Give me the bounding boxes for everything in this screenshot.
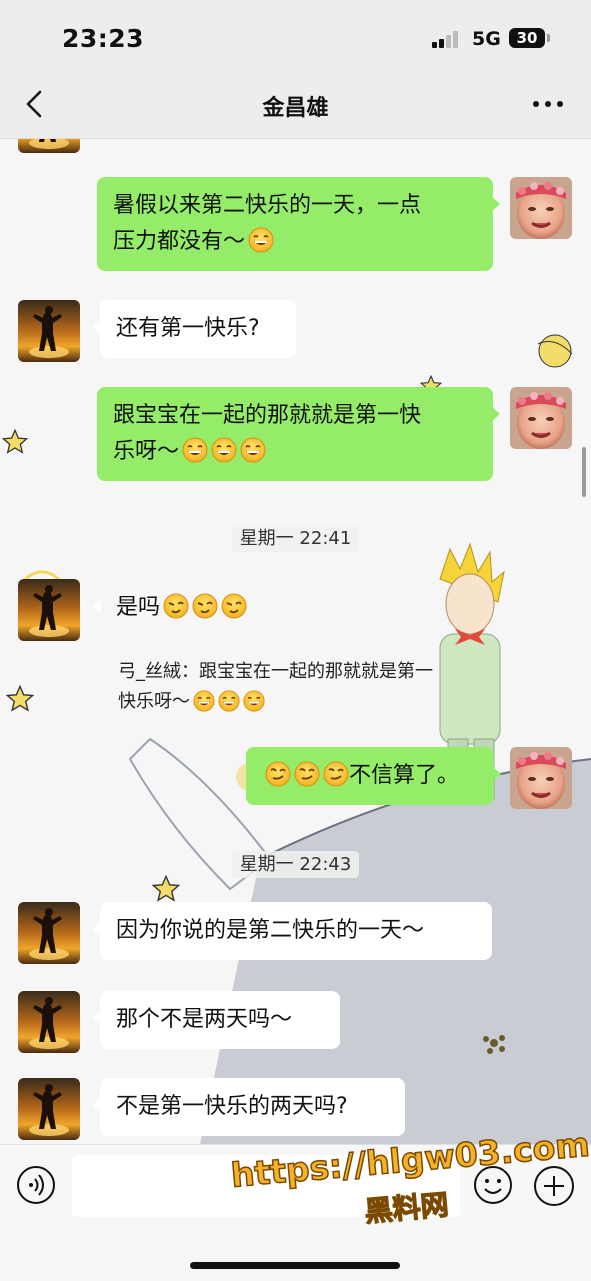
my-avatar[interactable] (510, 387, 572, 449)
home-indicator[interactable] (190, 1262, 400, 1269)
message-text: 不信算了。 (349, 763, 460, 788)
message-text: 乐呀～ (113, 439, 180, 464)
battery-icon: 30 (509, 28, 545, 48)
grin-emoji-icon (182, 437, 208, 463)
status-bar: 23:23 5G 30 (0, 0, 591, 70)
more-icon (533, 101, 563, 107)
watermark-url: https://hlgw03.com (229, 1124, 591, 1196)
message-bubble-sent[interactable]: 不信算了。 (246, 747, 501, 805)
wink-emoji-icon (163, 593, 189, 619)
chat-area[interactable]: 暑假以来第二快乐的一天，一点 压力都没有～ 还有第一快乐? 跟宝宝在一起的那就就… (0, 139, 591, 1144)
contact-avatar[interactable] (18, 902, 80, 964)
grin-emoji-icon (218, 690, 240, 712)
message-bubble-received[interactable]: 是吗 (93, 579, 270, 637)
contact-avatar[interactable] (18, 300, 80, 362)
message-bubble-received[interactable]: 还有第一快乐? (93, 300, 296, 358)
message-text: 压力都没有～ (113, 229, 246, 254)
smirk-emoji-icon (265, 761, 291, 787)
star-icon (6, 685, 34, 713)
message-text: 那个不是两天吗～ (116, 1007, 293, 1032)
message-text: 不是第一快乐的两天吗? (116, 1094, 348, 1119)
battery-tip (547, 34, 550, 42)
message-bubble-received[interactable]: 那个不是两天吗～ (93, 991, 340, 1049)
status-time: 23:23 (62, 24, 145, 53)
scrollbar[interactable] (582, 447, 586, 497)
wink-emoji-icon (192, 593, 218, 619)
message-text: 是吗 (116, 595, 161, 620)
message-bubble-sent[interactable]: 暑假以来第二快乐的一天，一点 压力都没有～ (97, 177, 500, 271)
my-avatar[interactable] (510, 177, 572, 239)
contact-avatar[interactable] (18, 991, 80, 1053)
quote-line: 快乐呀～ (118, 691, 190, 712)
watermark-name: 黑料网 (363, 1187, 451, 1229)
message-timestamp: 星期一 22:41 (0, 524, 591, 552)
nav-bar: 金昌雄 (0, 70, 591, 139)
grin-emoji-icon (243, 690, 265, 712)
grin-emoji-icon (193, 690, 215, 712)
wink-emoji-icon (221, 593, 247, 619)
message-text: 跟宝宝在一起的那就就是第一快 (113, 403, 422, 428)
contact-avatar[interactable] (18, 139, 80, 153)
smirk-emoji-icon (294, 761, 320, 787)
voice-icon (17, 1166, 55, 1204)
laugh-emoji-icon (248, 227, 274, 253)
message-bubble-sent[interactable]: 跟宝宝在一起的那就就是第一快 乐呀～ (97, 387, 500, 481)
contact-avatar[interactable] (18, 1078, 80, 1140)
my-avatar[interactable] (510, 747, 572, 809)
signal-icon (432, 31, 462, 48)
quoted-message[interactable]: 弓_丝絨：跟宝宝在一起的那就就是第一 快乐呀～ (118, 657, 488, 717)
more-button[interactable] (528, 86, 568, 122)
voice-button[interactable] (16, 1165, 56, 1205)
contact-avatar[interactable] (18, 579, 80, 641)
chat-title: 金昌雄 (262, 96, 329, 121)
message-text: 暑假以来第二快乐的一天，一点 (113, 193, 422, 218)
network-label: 5G (472, 28, 501, 50)
message-bubble-received[interactable]: 因为你说的是第二快乐的一天～ (93, 902, 492, 960)
message-bubble-received[interactable]: 不是第一快乐的两天吗? (93, 1078, 405, 1136)
smirk-emoji-icon (323, 761, 349, 787)
star-icon (152, 875, 180, 903)
message-text: 还有第一快乐? (116, 316, 260, 341)
quote-line: 弓_丝絨：跟宝宝在一起的那就就是第一 (118, 661, 433, 682)
grin-emoji-icon (211, 437, 237, 463)
message-timestamp: 星期一 22:43 (0, 850, 591, 878)
star-icon (2, 429, 28, 455)
message-text: 因为你说的是第二快乐的一天～ (116, 918, 425, 943)
grin-emoji-icon (240, 437, 266, 463)
